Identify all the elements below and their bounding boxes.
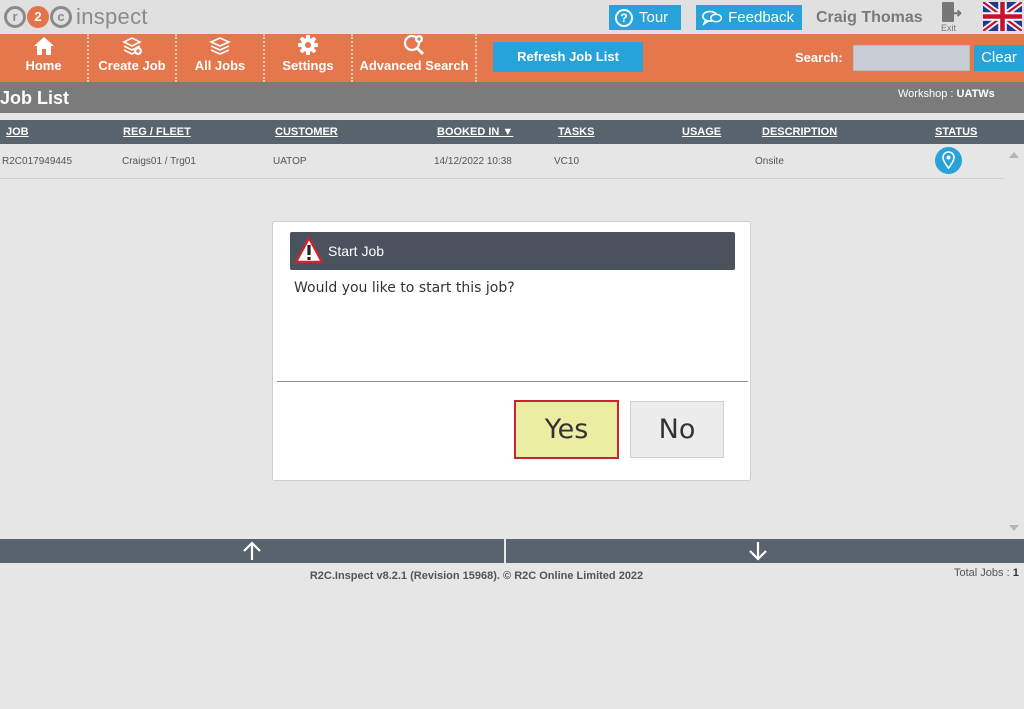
column-header-reg-fleet[interactable]: REG / FLEET	[123, 126, 191, 138]
top-bar: r 2 c inspect ? Tour Feedback Craig Thom…	[0, 0, 1024, 34]
nav-create-job-label: Create Job	[98, 58, 166, 73]
total-jobs-label: Total Jobs :	[954, 567, 1010, 579]
create-job-icon	[122, 37, 142, 55]
home-icon	[33, 37, 54, 55]
nav-create-job[interactable]: Create Job	[89, 34, 177, 82]
dialog-header: Start Job	[290, 232, 735, 270]
dialog-divider	[277, 381, 748, 382]
r2c-inspect-logo: r 2 c inspect	[4, 4, 148, 30]
nav-all-jobs[interactable]: All Jobs	[177, 34, 265, 82]
map-pin-glyph	[942, 151, 955, 170]
table-row[interactable]: R2C017949445 Craigs01 / Trg01 UATOP 14/1…	[0, 145, 1004, 179]
column-header-usage[interactable]: USAGE	[682, 126, 721, 138]
gear-icon	[298, 35, 318, 55]
feedback-label: Feedback	[728, 9, 794, 26]
map-pin-icon[interactable]	[935, 147, 962, 174]
cell-reg-fleet: Craigs01 / Trg01	[122, 156, 196, 167]
cell-tasks: VC10	[554, 156, 580, 167]
footer-copyright: R2C.Inspect v8.2.1 (Revision 15968). © R…	[309, 570, 644, 582]
column-header-job[interactable]: JOB	[6, 126, 29, 138]
total-jobs-value: 1	[1012, 567, 1019, 579]
column-header-tasks[interactable]: TASKS	[558, 126, 594, 138]
page-title: Job List	[0, 88, 70, 108]
dialog-title: Start Job	[328, 243, 385, 259]
table-header: JOB REG / FLEET CUSTOMER BOOKED IN ▼ TAS…	[0, 120, 1024, 144]
search-label: Search:	[795, 50, 843, 65]
exit-button[interactable]: ➜ Exit	[940, 2, 963, 33]
nav-home[interactable]: Home	[0, 34, 89, 82]
workshop-label: Workshop :	[898, 88, 954, 100]
column-header-booked-in[interactable]: BOOKED IN ▼	[437, 126, 513, 138]
column-header-customer[interactable]: CUSTOMER	[275, 126, 338, 138]
speech-bubbles-icon	[702, 10, 723, 26]
exit-label: Exit	[941, 23, 957, 33]
cell-booked-in: 14/12/2022 10:38	[434, 156, 512, 167]
advanced-search-icon	[403, 34, 425, 56]
nav-all-jobs-label: All Jobs	[194, 58, 246, 73]
logo-letter-r: r	[4, 6, 26, 28]
yes-button[interactable]: Yes	[514, 400, 619, 459]
column-header-status[interactable]: STATUS	[935, 126, 977, 138]
column-header-description[interactable]: DESCRIPTION	[762, 126, 837, 138]
cell-description: Onsite	[755, 156, 784, 167]
exit-arrow-icon: ➜	[952, 6, 963, 20]
start-job-dialog: Start Job Would you like to start this j…	[272, 221, 751, 481]
logo-text: inspect	[76, 4, 148, 29]
workshop-value: UATWs	[956, 88, 995, 100]
nav-settings-label: Settings	[282, 58, 334, 73]
tour-label: Tour	[639, 9, 669, 26]
no-button[interactable]: No	[630, 401, 724, 458]
user-name: Craig Thomas	[816, 9, 923, 26]
dialog-message: Would you like to start this job?	[294, 280, 515, 296]
scroll-up-arrow-icon[interactable]	[1009, 152, 1019, 158]
all-jobs-icon	[209, 37, 231, 55]
page-up-arrow-icon[interactable]	[241, 540, 263, 562]
nav-settings[interactable]: Settings	[265, 34, 353, 82]
search-input[interactable]	[853, 45, 970, 71]
title-bar: Job List Workshop : UATWs	[0, 82, 1024, 113]
logo-letter-2: 2	[27, 6, 49, 28]
scroll-down-arrow-icon[interactable]	[1009, 525, 1019, 531]
page-down-arrow-icon[interactable]	[747, 540, 769, 562]
refresh-job-list-button[interactable]: Refresh Job List	[493, 42, 643, 72]
cell-customer: UATOP	[273, 156, 307, 167]
pager-bar	[0, 539, 1024, 563]
warning-icon	[295, 236, 323, 264]
pager-divider	[504, 539, 506, 563]
nav-advanced-search-label: Advanced Search	[359, 58, 469, 73]
nav-home-label: Home	[25, 58, 62, 73]
logo-letter-c: c	[50, 6, 72, 28]
vertical-scrollbar[interactable]	[1004, 145, 1024, 537]
total-jobs: Total Jobs : 1	[954, 567, 1019, 579]
feedback-button[interactable]: Feedback	[696, 5, 802, 30]
main-nav-bar: Home Create Job All Jobs Settings Advanc…	[0, 34, 1024, 82]
clear-button[interactable]: Clear	[974, 45, 1024, 71]
tour-button[interactable]: ? Tour	[609, 5, 681, 30]
help-icon: ?	[615, 8, 633, 27]
workshop-info: Workshop : UATWs	[898, 88, 995, 100]
cell-job: R2C017949445	[2, 156, 73, 167]
uk-flag-icon[interactable]	[983, 2, 1022, 31]
nav-advanced-search[interactable]: Advanced Search	[353, 34, 477, 82]
